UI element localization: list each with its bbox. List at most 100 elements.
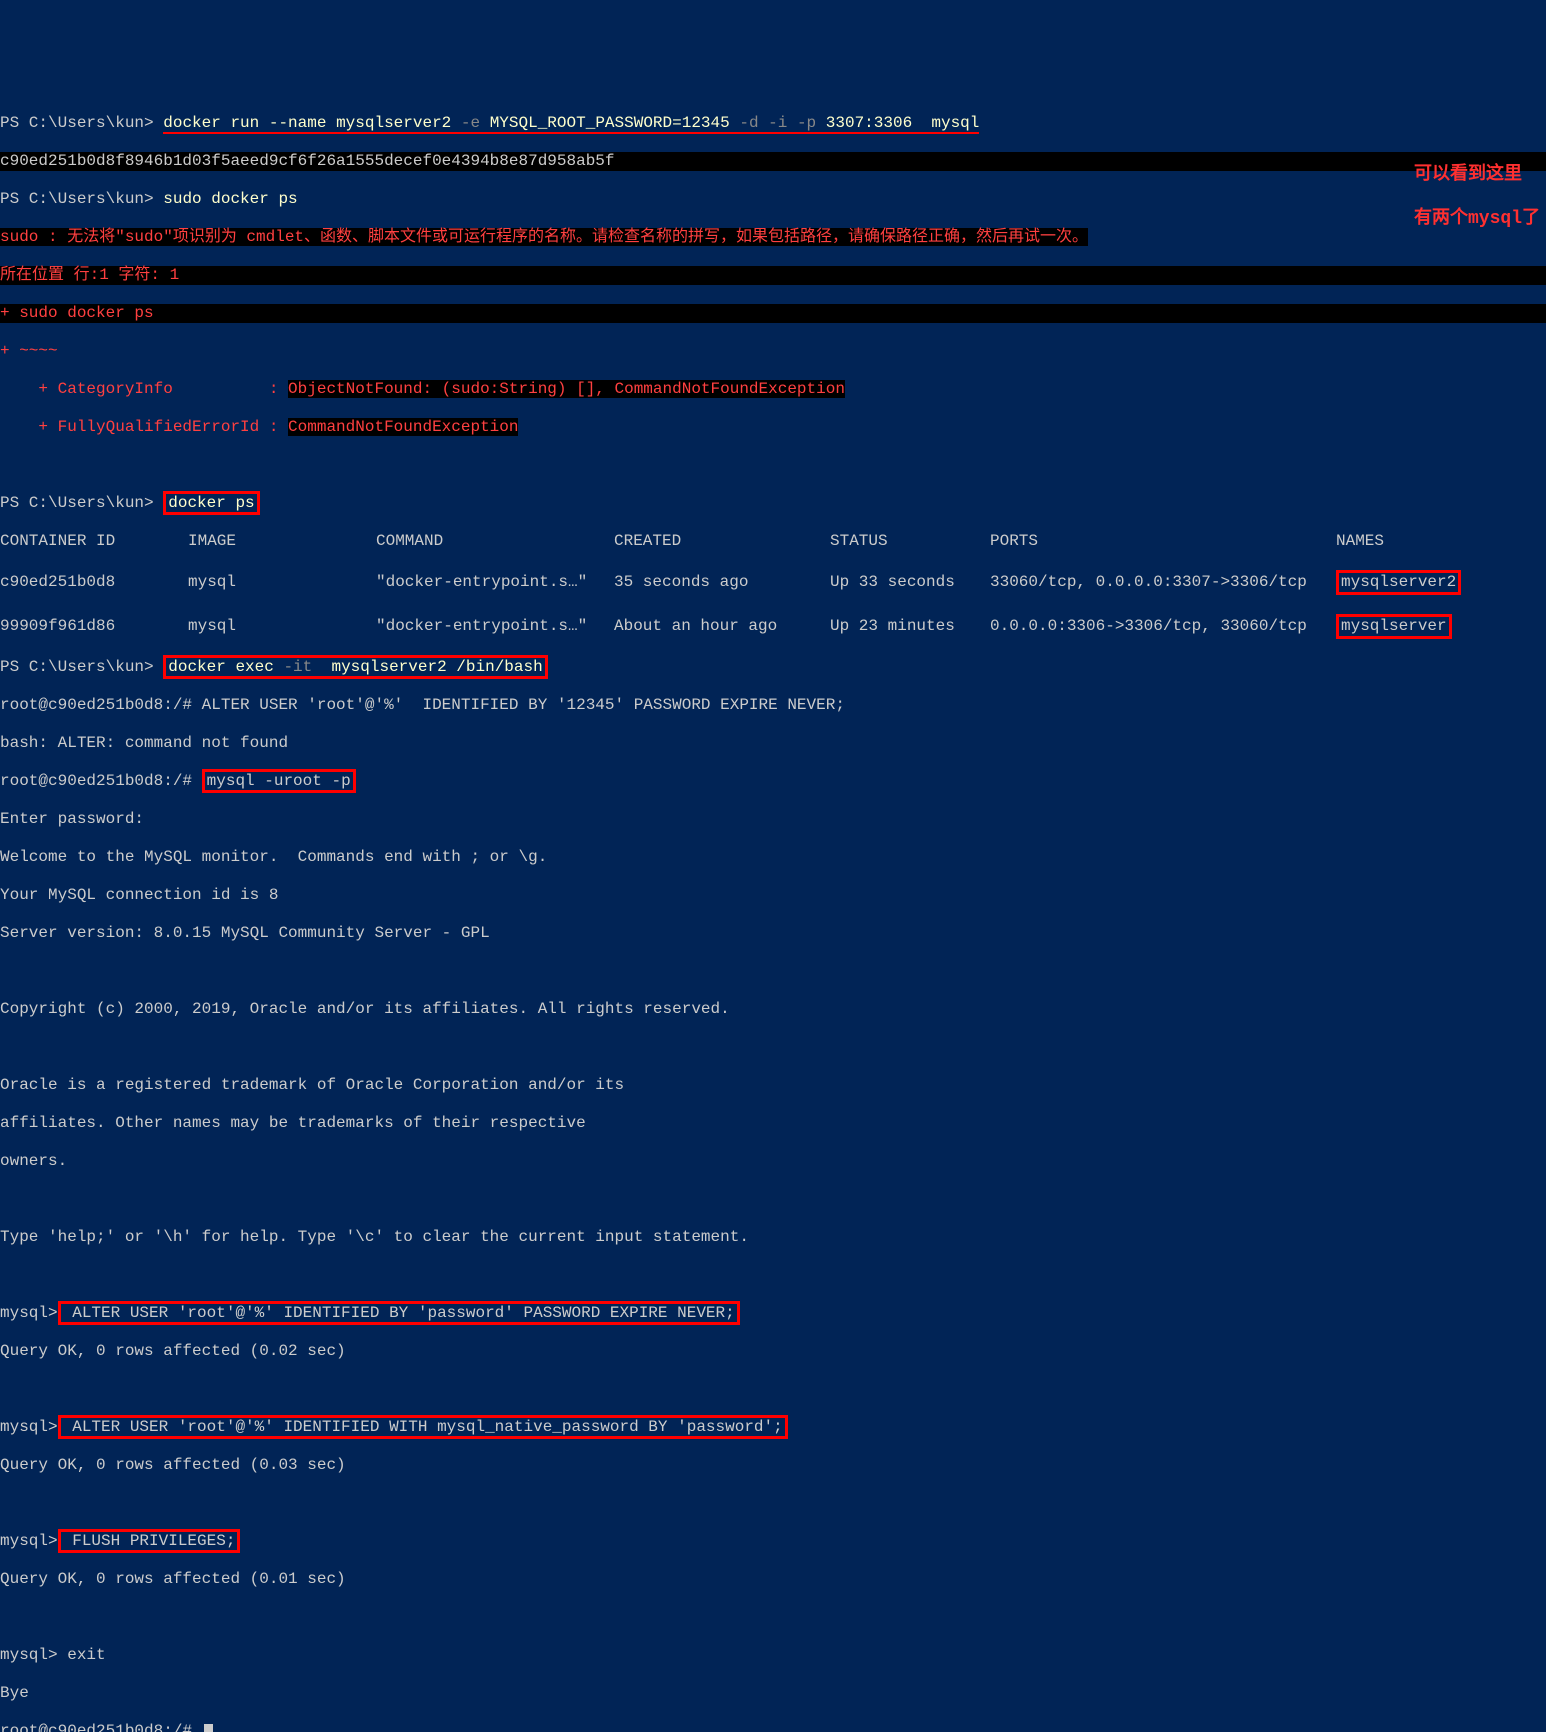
- hdr-created: CREATED: [614, 532, 830, 551]
- cell-name-mysqlserver2: mysqlserver2: [1336, 570, 1461, 595]
- cmd-exit: exit: [58, 1646, 106, 1664]
- blank-line: [0, 962, 1546, 981]
- sudo-error-squiggle: + ~~~~: [0, 342, 1546, 361]
- sql-alter-user-pw: ALTER USER 'root'@'%' IDENTIFIED BY 'pas…: [58, 1301, 740, 1325]
- cursor-icon: [204, 1724, 213, 1732]
- line-sql1: mysql> ALTER USER 'root'@'%' IDENTIFIED …: [0, 1304, 1546, 1323]
- table-header: CONTAINER IDIMAGECOMMANDCREATEDSTATUSPOR…: [0, 532, 1546, 551]
- alter-user-cmd: ALTER USER 'root'@'%' IDENTIFIED BY '123…: [192, 696, 845, 714]
- bash-error: bash: ALTER: command not found: [0, 734, 1546, 753]
- line-mysql-login: root@c90ed251b0d8:/# mysql -uroot -p: [0, 772, 1546, 791]
- blank-line: [0, 1266, 1546, 1285]
- blank-line: [0, 1494, 1546, 1513]
- ps-prompt: PS C:\Users\kun>: [0, 658, 154, 676]
- cell-img: mysql: [188, 617, 376, 636]
- cell-crt: About an hour ago: [614, 617, 830, 636]
- cell-img: mysql: [188, 573, 376, 592]
- flag-it: -it: [283, 658, 312, 676]
- mysql-conn-id: Your MySQL connection id is 8: [0, 886, 1546, 905]
- mysql-trademark: Oracle is a registered trademark of Orac…: [0, 1076, 1546, 1095]
- blank-line: [0, 1380, 1546, 1399]
- ps-prompt: PS C:\Users\kun>: [0, 190, 154, 208]
- cmd-docker-exec: docker exec: [168, 658, 283, 676]
- flags-dip: -d -i -p: [739, 114, 816, 132]
- cell-sts: Up 33 seconds: [830, 573, 990, 592]
- mysql-prompt: mysql>: [0, 1646, 58, 1664]
- blank-line: [0, 1190, 1546, 1209]
- mysql-trademark: affiliates. Other names may be trademark…: [0, 1114, 1546, 1133]
- cell-sts: Up 23 minutes: [830, 617, 990, 636]
- sudo-error-echo: + sudo docker ps: [0, 304, 1546, 323]
- mysql-copyright: Copyright (c) 2000, 2019, Oracle and/or …: [0, 1000, 1546, 1019]
- mysql-trademark: owners.: [0, 1152, 1546, 1171]
- mysql-server-version: Server version: 8.0.15 MySQL Community S…: [0, 924, 1546, 943]
- table-row: c90ed251b0d8mysql"docker-entrypoint.s…"3…: [0, 570, 1546, 595]
- table-row: 99909f961d86mysql"docker-entrypoint.s…"A…: [0, 614, 1546, 639]
- cell-cmd: "docker-entrypoint.s…": [376, 617, 614, 636]
- cmd-sudo-docker-ps: sudo docker ps: [163, 190, 297, 208]
- mysql-prompt: mysql>: [0, 1304, 58, 1322]
- annotation-two-mysql: 可以看到这里 有两个mysql了: [1414, 142, 1540, 230]
- hdr-names: NAMES: [1336, 532, 1384, 551]
- line-sql2: mysql> ALTER USER 'root'@'%' IDENTIFIED …: [0, 1418, 1546, 1437]
- hdr-command: COMMAND: [376, 532, 614, 551]
- blank-line: [0, 456, 1546, 475]
- line-docker-exec: PS C:\Users\kun> docker exec -it mysqlse…: [0, 658, 1546, 677]
- cell-id: c90ed251b0d8: [0, 573, 188, 592]
- blank-line: [0, 1608, 1546, 1627]
- root-prompt: root@c90ed251b0d8:/#: [0, 696, 192, 714]
- cat-value: ObjectNotFound: (sudo:String) [], Comman…: [288, 380, 845, 398]
- annotation-line1: 可以看到这里: [1414, 165, 1522, 185]
- line-docker-run: PS C:\Users\kun> docker run --name mysql…: [0, 114, 1546, 133]
- arg-name: --name mysqlserver2: [259, 114, 461, 132]
- enter-password: Enter password:: [0, 810, 1546, 829]
- cell-cmd: "docker-entrypoint.s…": [376, 573, 614, 592]
- fqid-line: + FullyQualifiedErrorId : CommandNotFoun…: [0, 418, 1546, 437]
- sql3-result: Query OK, 0 rows affected (0.01 sec): [0, 1570, 1546, 1589]
- cmd-docker-run: docker run: [163, 114, 259, 132]
- flag-e: -e: [461, 114, 480, 132]
- cmd-docker-ps: docker ps: [168, 494, 254, 512]
- bye: Bye: [0, 1684, 1546, 1703]
- hdr-ports: PORTS: [990, 532, 1336, 551]
- sudo-error-loc: 所在位置 行:1 字符: 1: [0, 266, 1546, 285]
- blank-line: [0, 1038, 1546, 1057]
- cell-prt: 33060/tcp, 0.0.0.0:3307->3306/tcp: [990, 573, 1336, 592]
- sql1-result: Query OK, 0 rows affected (0.02 sec): [0, 1342, 1546, 1361]
- annotation-line2: 有两个mysql了: [1414, 209, 1540, 229]
- fqid-value: CommandNotFoundException: [288, 418, 518, 436]
- exec-target: mysqlserver2 /bin/bash: [312, 658, 542, 676]
- mysql-prompt: mysql>: [0, 1418, 58, 1436]
- sql2-result: Query OK, 0 rows affected (0.03 sec): [0, 1456, 1546, 1475]
- category-info-line: + CategoryInfo : ObjectNotFound: (sudo:S…: [0, 380, 1546, 399]
- line-alter-user-bash: root@c90ed251b0d8:/# ALTER USER 'root'@'…: [0, 696, 1546, 715]
- line-exit: mysql> exit: [0, 1646, 1546, 1665]
- container-hash: c90ed251b0d8f8946b1d03f5aeed9cf6f26a1555…: [0, 152, 1546, 171]
- sql-alter-user-native: ALTER USER 'root'@'%' IDENTIFIED WITH my…: [58, 1415, 788, 1439]
- cell-name-mysqlserver: mysqlserver: [1336, 614, 1452, 639]
- fqid-label: + FullyQualifiedErrorId :: [0, 418, 288, 436]
- line-sql3: mysql> FLUSH PRIVILEGES;: [0, 1532, 1546, 1551]
- hdr-container-id: CONTAINER ID: [0, 532, 188, 551]
- sudo-error-main: sudo : 无法将"sudo"项识别为 cmdlet、函数、脚本文件或可运行程…: [0, 228, 1546, 247]
- root-prompt: root@c90ed251b0d8:/#: [0, 772, 192, 790]
- root-prompt: root@c90ed251b0d8:/#: [0, 1722, 192, 1732]
- ps-prompt: PS C:\Users\kun>: [0, 494, 154, 512]
- hdr-image: IMAGE: [188, 532, 376, 551]
- mysql-prompt: mysql>: [0, 1532, 58, 1550]
- cat-label: + CategoryInfo :: [0, 380, 288, 398]
- line-sudo: PS C:\Users\kun> sudo docker ps: [0, 190, 1546, 209]
- hdr-status: STATUS: [830, 532, 990, 551]
- terminal-output[interactable]: PS C:\Users\kun> docker run --name mysql…: [0, 76, 1546, 1732]
- cell-prt: 0.0.0.0:3306->3306/tcp, 33060/tcp: [990, 617, 1336, 636]
- cell-crt: 35 seconds ago: [614, 573, 830, 592]
- cell-id: 99909f961d86: [0, 617, 188, 636]
- line-docker-ps: PS C:\Users\kun> docker ps: [0, 494, 1546, 513]
- ps-prompt: PS C:\Users\kun>: [0, 114, 154, 132]
- root-prompt-final: root@c90ed251b0d8:/#: [0, 1722, 1546, 1732]
- env-mysql-pw: MYSQL_ROOT_PASSWORD=12345: [480, 114, 739, 132]
- ports-arg: 3307:3306 mysql: [816, 114, 979, 132]
- mysql-welcome: Welcome to the MySQL monitor. Commands e…: [0, 848, 1546, 867]
- mysql-help: Type 'help;' or '\h' for help. Type '\c'…: [0, 1228, 1546, 1247]
- cmd-mysql-login: mysql -uroot -p: [202, 769, 356, 793]
